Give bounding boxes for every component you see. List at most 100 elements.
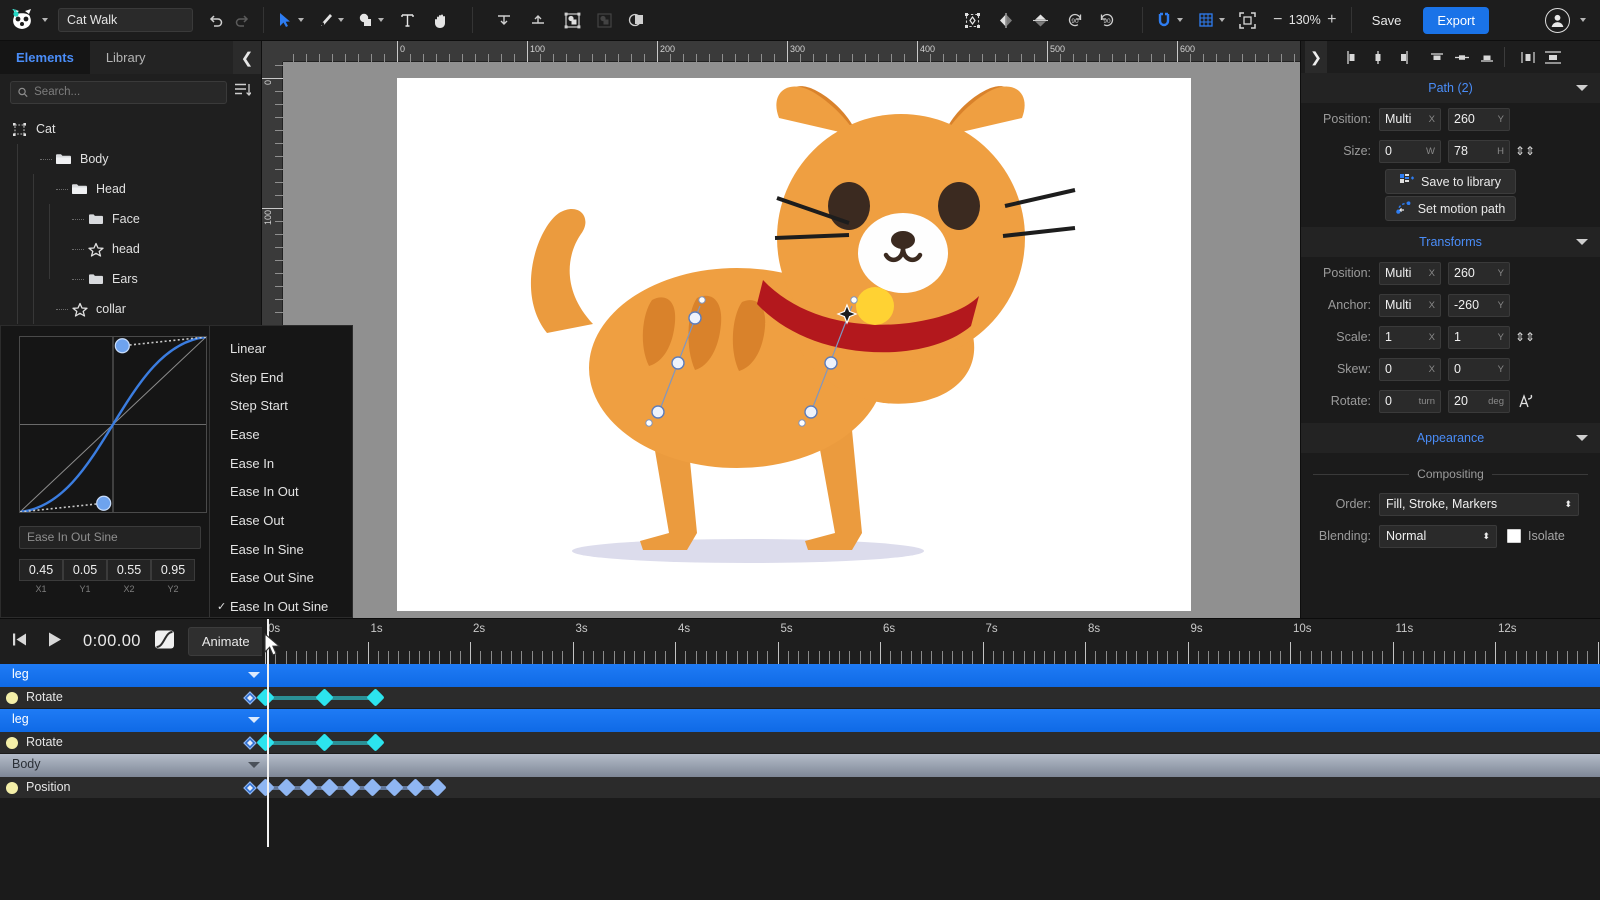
easing-option-ease-in-out[interactable]: Ease In Out xyxy=(210,477,352,506)
skip-to-start-icon[interactable] xyxy=(10,630,29,654)
easing-option-step-end[interactable]: Step End xyxy=(210,363,352,392)
logo-dropdown-caret[interactable] xyxy=(42,18,48,22)
artboard[interactable] xyxy=(397,78,1191,611)
triangle-down-icon[interactable] xyxy=(1576,239,1588,245)
zoom-out-button[interactable]: − xyxy=(1269,11,1287,29)
add-keyframe-button[interactable] xyxy=(243,735,257,750)
stepper-icon[interactable]: ⬍ xyxy=(1482,531,1490,541)
triangle-down-icon[interactable] xyxy=(1576,435,1588,441)
align-bottom-v-icon[interactable] xyxy=(1475,44,1498,70)
distribute-v-icon[interactable] xyxy=(1541,44,1564,70)
bezier-y2-input[interactable]: 0.95 xyxy=(151,559,195,581)
keyframe-marker[interactable] xyxy=(255,733,275,752)
chevron-down-icon[interactable] xyxy=(248,762,260,768)
path-position-x-input[interactable]: Multi X xyxy=(1379,107,1441,131)
undo-icon[interactable] xyxy=(203,7,229,33)
keyframe-marker[interactable] xyxy=(384,778,404,797)
bezier-x2-input[interactable]: 0.55 xyxy=(107,559,151,581)
track-property-rotate-2[interactable]: Rotate xyxy=(0,731,1600,754)
align-right-icon[interactable] xyxy=(1391,44,1414,70)
keyframe-marker[interactable] xyxy=(315,733,334,752)
transform-anchor-y-input[interactable]: -260 Y xyxy=(1448,293,1510,317)
easing-option-ease-in-out-sine[interactable]: ✓ Ease In Out Sine xyxy=(210,592,352,621)
track-group-leg-2[interactable]: leg xyxy=(0,709,1600,732)
transform-position-y-input[interactable]: 260 Y xyxy=(1448,261,1510,285)
track-group-leg-1[interactable]: leg xyxy=(0,664,1600,687)
keyframe-marker[interactable] xyxy=(298,778,318,797)
stepper-icon[interactable]: ⬍ xyxy=(1564,499,1572,509)
path-size-h-input[interactable]: 78 H xyxy=(1448,139,1510,163)
align-left-icon[interactable] xyxy=(1341,44,1364,70)
tree-item-head-group[interactable]: Head xyxy=(0,174,261,204)
easing-option-ease[interactable]: Ease xyxy=(210,420,352,449)
chevron-left-icon[interactable]: ❮ xyxy=(233,41,261,74)
align-middle-icon[interactable] xyxy=(525,7,551,33)
tree-item-face[interactable]: Face xyxy=(0,204,261,234)
animate-button[interactable]: Animate xyxy=(187,627,264,656)
tree-item-ears[interactable]: Ears xyxy=(0,264,261,294)
chevron-right-icon[interactable]: ❯ xyxy=(1305,41,1327,73)
transform-rotate-turn-input[interactable]: 0 turn xyxy=(1379,389,1441,413)
chevron-down-icon[interactable] xyxy=(248,717,260,723)
play-icon[interactable] xyxy=(45,630,63,654)
track-group-body[interactable]: Body xyxy=(0,754,1600,777)
tab-library[interactable]: Library xyxy=(90,41,162,74)
keyframe-marker[interactable] xyxy=(341,778,361,797)
save-to-library-button[interactable]: Save to library xyxy=(1385,169,1516,194)
keyframe-marker[interactable] xyxy=(366,733,385,752)
flip-horizontal-icon[interactable] xyxy=(994,7,1020,33)
add-keyframe-button[interactable] xyxy=(243,690,257,705)
keyframe-marker[interactable] xyxy=(363,778,382,797)
magnet-icon[interactable] xyxy=(1151,7,1177,33)
ungroup-icon[interactable] xyxy=(591,7,617,33)
transform-scale-y-input[interactable]: 1 Y xyxy=(1448,325,1510,349)
pen-icon[interactable] xyxy=(312,7,338,33)
easing-name-input[interactable]: Ease In Out Sine xyxy=(19,526,201,549)
current-time-display[interactable]: 0:00.00 xyxy=(83,632,141,651)
horizontal-ruler[interactable]: 0 100 200 300 400 500 600 xyxy=(262,41,1300,62)
easing-option-linear[interactable]: Linear xyxy=(210,334,352,363)
visibility-bulb-icon[interactable] xyxy=(6,736,18,749)
rotate-handle-icon[interactable] xyxy=(1517,394,1533,408)
tab-elements[interactable]: Elements xyxy=(0,41,90,74)
redo-icon[interactable] xyxy=(229,7,255,33)
set-motion-path-button[interactable]: Set motion path xyxy=(1385,196,1516,221)
frame-icon[interactable] xyxy=(960,7,986,33)
section-header-path[interactable]: Path (2) xyxy=(1301,73,1600,103)
keyframe-marker[interactable] xyxy=(406,778,425,797)
triangle-down-icon[interactable] xyxy=(1576,85,1588,91)
bezier-curve-graph[interactable] xyxy=(19,336,207,513)
shape-icon[interactable] xyxy=(352,7,378,33)
project-title-input[interactable]: Cat Walk xyxy=(58,8,193,32)
blending-select[interactable]: Normal ⬍ xyxy=(1379,524,1497,548)
bezier-y1-input[interactable]: 0.05 xyxy=(63,559,107,581)
visibility-bulb-icon[interactable] xyxy=(6,691,18,704)
mask-icon[interactable] xyxy=(623,7,649,33)
account-dropdown-caret[interactable] xyxy=(1580,18,1586,22)
hand-icon[interactable] xyxy=(428,7,454,33)
align-top-icon[interactable] xyxy=(1425,44,1448,70)
search-field[interactable] xyxy=(34,86,219,98)
tree-item-head-path[interactable]: head xyxy=(0,234,261,264)
cat-logo-icon[interactable] xyxy=(10,8,40,32)
easing-option-ease-in-sine[interactable]: Ease In Sine xyxy=(210,535,352,564)
align-bottom-icon[interactable] xyxy=(491,7,517,33)
text-icon[interactable] xyxy=(394,7,420,33)
transform-skew-y-input[interactable]: 0 Y xyxy=(1448,357,1510,381)
transform-anchor-x-input[interactable]: Multi X xyxy=(1379,293,1441,317)
path-position-y-input[interactable]: 260 Y xyxy=(1448,107,1510,131)
pen-dropdown-caret[interactable] xyxy=(338,18,344,22)
easing-option-ease-out[interactable]: Ease Out xyxy=(210,506,352,535)
timeline-ruler[interactable]: 0s 1s 2s 3s 4s 5s 6s 7s 8s 9s 10s 11s 12s xyxy=(262,619,1600,664)
select-dropdown-caret[interactable] xyxy=(298,18,304,22)
link-ratio-icon[interactable]: ⇕⇕ xyxy=(1515,144,1535,158)
transform-skew-x-input[interactable]: 0 X xyxy=(1379,357,1441,381)
grid-dropdown-caret[interactable] xyxy=(1218,18,1225,22)
track-property-rotate-1[interactable]: Rotate xyxy=(0,686,1600,709)
tree-item-cat[interactable]: Cat xyxy=(0,114,261,144)
easing-curve-icon[interactable] xyxy=(153,629,176,655)
rotate-cw-90-icon[interactable]: 90 xyxy=(1094,7,1120,33)
add-keyframe-button[interactable] xyxy=(243,780,257,795)
easing-option-ease-out-sine[interactable]: Ease Out Sine xyxy=(210,564,352,593)
tree-item-collar[interactable]: collar xyxy=(0,294,261,324)
